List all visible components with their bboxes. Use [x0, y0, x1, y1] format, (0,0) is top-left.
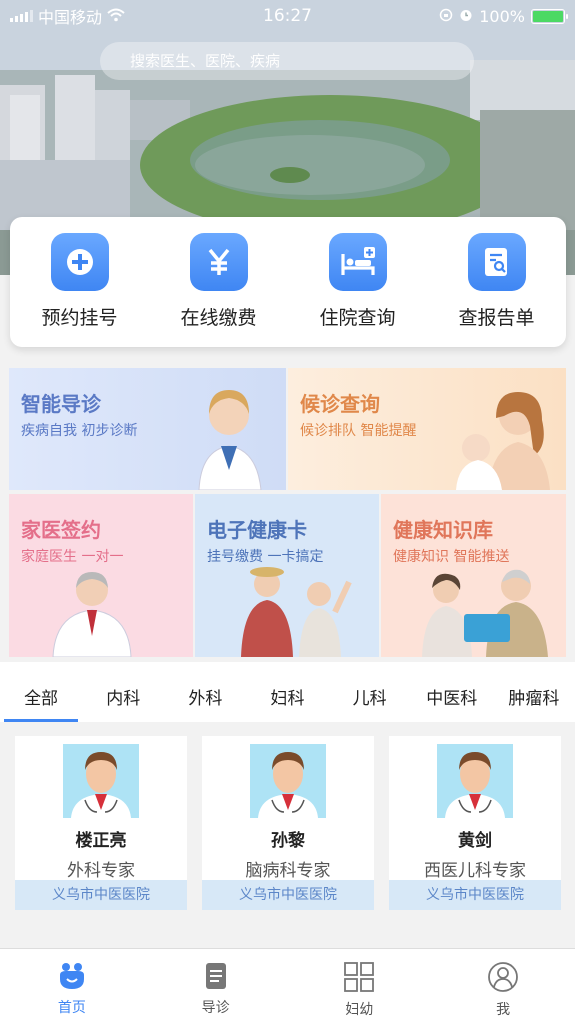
- health-knowledge-tile[interactable]: 健康知识库 健康知识 智能推送: [381, 494, 566, 657]
- tile-subtitle: 健康知识 智能推送: [393, 549, 510, 565]
- family-doctor-tile[interactable]: 家医签约 家庭医生 一对一: [9, 494, 193, 657]
- battery-percent: 100%: [479, 6, 525, 26]
- doctor-hospital: 义乌市中医医院: [389, 880, 561, 910]
- report-query-button[interactable]: 查报告单: [427, 217, 566, 347]
- inpatient-query-label: 住院查询: [319, 307, 396, 329]
- tile-subtitle: 候诊排队 智能提醒: [300, 423, 417, 439]
- home-family-icon: [59, 963, 84, 989]
- doctor-avatar: [250, 744, 326, 818]
- tab-oncology[interactable]: 肿瘤科: [493, 662, 575, 722]
- user-icon: [488, 962, 519, 992]
- carrier-label: 中国移动: [38, 8, 103, 27]
- tile-title: 候诊查询: [300, 392, 380, 416]
- report-search-icon: [467, 233, 526, 291]
- doctor-male-image: [52, 572, 132, 657]
- health-card-tile[interactable]: 电子健康卡 挂号缴费 一卡搞定: [195, 494, 379, 657]
- doctor-title: 西医儿科专家: [424, 861, 526, 881]
- nav-home[interactable]: 首页: [0, 949, 144, 1024]
- grid-icon: [344, 962, 375, 992]
- status-bar: 中国移动 16:27 100%: [0, 0, 575, 32]
- doctor-hospital: 义乌市中医医院: [15, 880, 187, 910]
- nav-home-label: 首页: [57, 1000, 86, 1016]
- tab-internal-medicine[interactable]: 内科: [82, 662, 164, 722]
- tile-subtitle: 疾病自我 初步诊断: [21, 423, 138, 439]
- nav-guide-label: 导诊: [201, 1000, 230, 1016]
- alarm-icon: [459, 7, 473, 26]
- section-spacer: [0, 922, 575, 948]
- doctor-name: 黄剑: [458, 831, 492, 851]
- doctor-title: 脑病科专家: [245, 861, 331, 881]
- report-query-label: 查报告单: [458, 307, 535, 329]
- doctor-card[interactable]: 黄剑 西医儿科专家 义乌市中医医院: [389, 736, 561, 910]
- tab-pediatrics[interactable]: 儿科: [329, 662, 411, 722]
- waiting-query-tile[interactable]: 候诊查询 候诊排队 智能提醒: [288, 368, 566, 490]
- battery-icon: [531, 8, 568, 24]
- doctor-female-image: [198, 390, 262, 490]
- nav-profile[interactable]: 我: [431, 949, 575, 1024]
- tile-subtitle: 挂号缴费 一卡搞定: [207, 549, 324, 565]
- mother-baby-image: [456, 392, 550, 490]
- appointment-label: 预约挂号: [41, 307, 118, 329]
- document-list-icon: [205, 963, 226, 989]
- online-payment-button[interactable]: 在线缴费: [149, 217, 288, 347]
- inpatient-query-button[interactable]: 住院查询: [288, 217, 427, 347]
- doctor-hospital: 义乌市中医医院: [202, 880, 374, 910]
- nav-maternal-child-label: 妇幼: [345, 1002, 374, 1018]
- rotation-lock-icon: [439, 7, 453, 26]
- signal-icon: [10, 10, 33, 22]
- tile-subtitle: 家庭医生 一对一: [21, 549, 124, 565]
- tile-title: 家医签约: [21, 518, 101, 542]
- department-tabs: 全部 内科 外科 妇科 儿科 中医科 肿瘤科: [0, 662, 575, 722]
- hospital-bed-icon: [328, 233, 387, 291]
- tile-title: 健康知识库: [393, 518, 493, 542]
- tab-gynecology[interactable]: 妇科: [246, 662, 328, 722]
- tile-title: 电子健康卡: [207, 518, 307, 542]
- smart-guide-tile[interactable]: 智能导诊 疾病自我 初步诊断: [9, 368, 286, 490]
- doctor-avatar: [63, 744, 139, 818]
- tab-surgery[interactable]: 外科: [164, 662, 246, 722]
- nav-maternal-child[interactable]: 妇幼: [288, 949, 432, 1024]
- tile-title: 智能导诊: [21, 392, 101, 416]
- appointment-button[interactable]: 预约挂号: [10, 217, 149, 347]
- elderly-couple-reading-image: [422, 569, 548, 657]
- online-payment-label: 在线缴费: [180, 307, 257, 329]
- service-grid: 智能导诊 疾病自我 初步诊断 候诊查询 候诊排队 智能提醒 家医签约 家庭医生 …: [9, 368, 566, 657]
- wifi-icon: [107, 7, 125, 26]
- doctor-title: 外科专家: [67, 861, 135, 881]
- doctor-card[interactable]: 楼正亮 外科专家 义乌市中医医院: [15, 736, 187, 910]
- doctor-list: 楼正亮 外科专家 义乌市中医医院 孙黎 脑病科专家 义乌市中医医院 黄剑 西医儿…: [0, 722, 575, 922]
- tab-tcm[interactable]: 中医科: [411, 662, 493, 722]
- bottom-nav: 首页 导诊 妇幼 我: [0, 948, 575, 1024]
- yuan-icon: [189, 233, 248, 291]
- search-input[interactable]: 搜索医生、医院、疾病: [100, 42, 474, 80]
- elderly-couple-hiking-image: [241, 567, 352, 657]
- doctor-name: 孙黎: [271, 831, 305, 851]
- nav-profile-label: 我: [496, 1002, 511, 1018]
- status-time: 16:27: [263, 6, 312, 26]
- quick-actions-card: 预约挂号 在线缴费 住院查询 查报告单: [10, 217, 566, 347]
- tab-all[interactable]: 全部: [0, 662, 82, 722]
- nav-guide[interactable]: 导诊: [144, 949, 288, 1024]
- doctor-avatar: [437, 744, 513, 818]
- doctor-card[interactable]: 孙黎 脑病科专家 义乌市中医医院: [202, 736, 374, 910]
- doctor-name: 楼正亮: [75, 831, 127, 851]
- plus-circle-icon: [50, 233, 109, 291]
